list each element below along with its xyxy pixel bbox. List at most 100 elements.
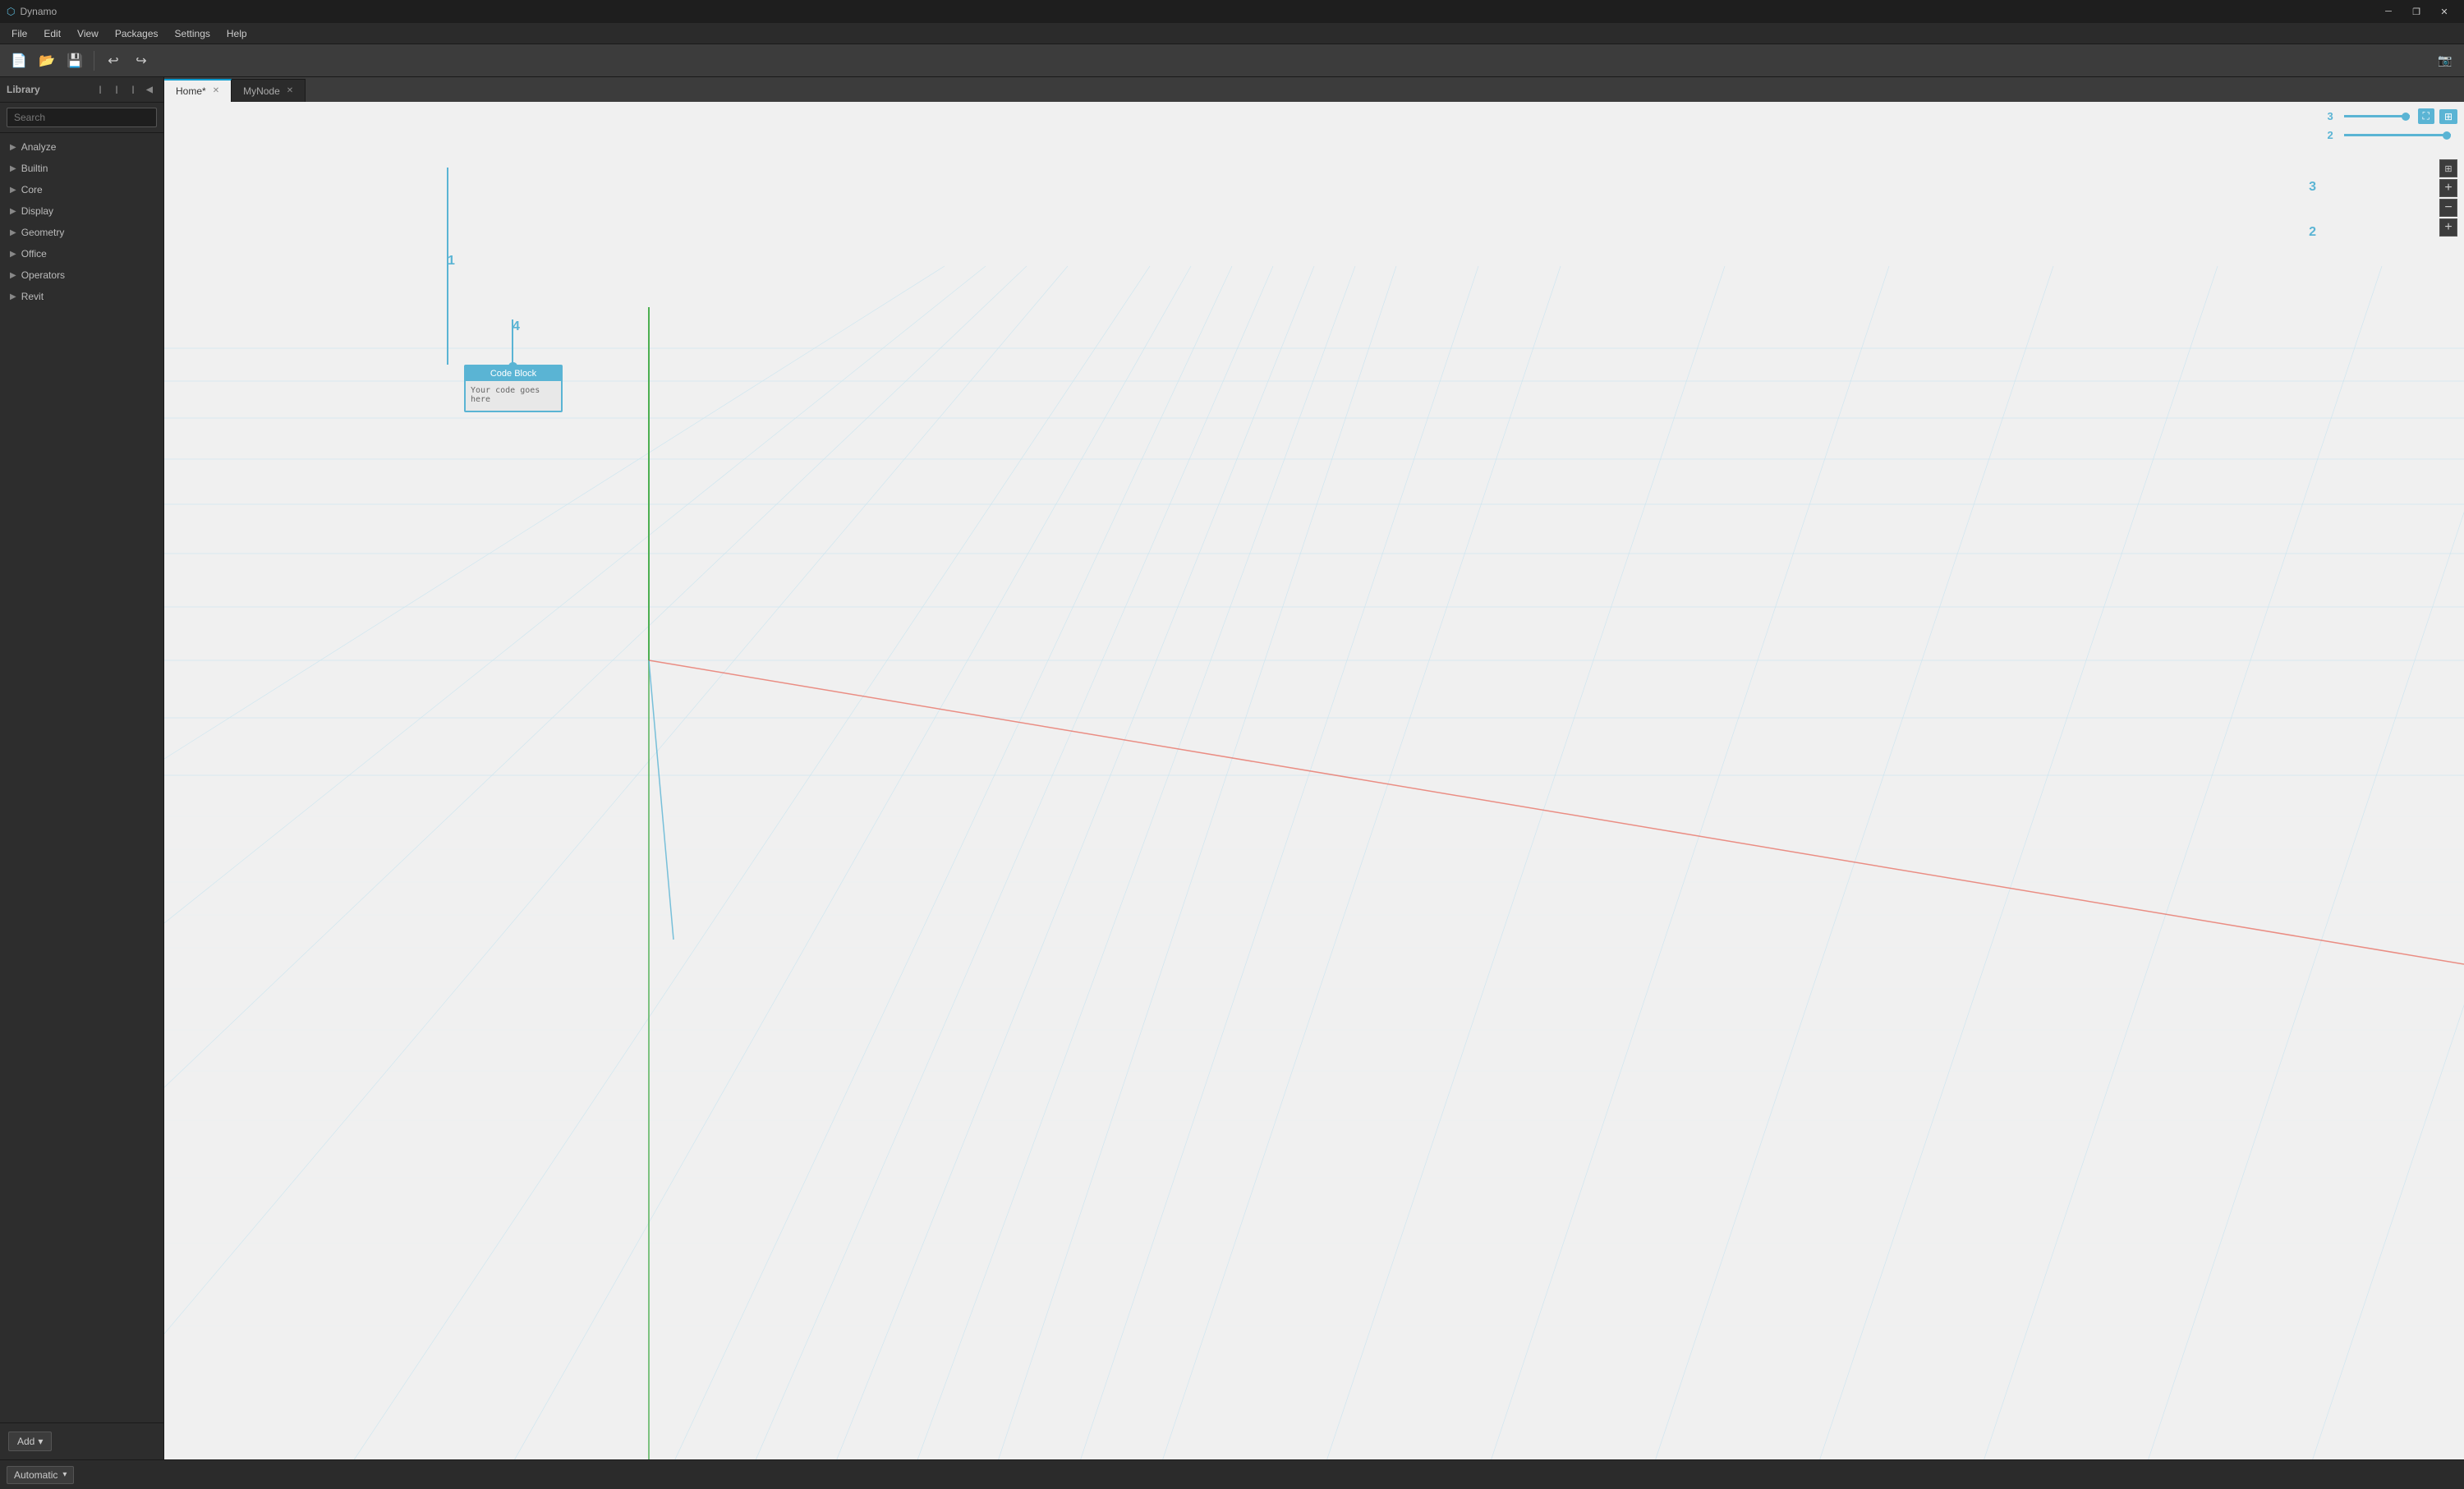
add-button-wrap: Add ▾ (0, 1422, 163, 1459)
tab-mynode-label: MyNode (243, 85, 280, 97)
view-btn-2[interactable]: ⊞ (2439, 109, 2457, 124)
sidebar-item-analyze[interactable]: ▶ Analyze (0, 136, 163, 158)
menu-file[interactable]: File (3, 25, 35, 43)
sidebar-item-label-core: Core (21, 184, 43, 195)
arrow-icon-analyze: ▶ (10, 143, 16, 152)
arrow-icon-office: ▶ (10, 250, 16, 259)
menu-edit[interactable]: Edit (35, 25, 69, 43)
view-btn-1[interactable]: ⛶ (2418, 108, 2434, 124)
arrow-icon-geometry: ▶ (10, 228, 16, 237)
arrow-icon-display: ▶ (10, 207, 16, 216)
sidebar-icon-2[interactable]: | (109, 82, 124, 97)
minimize-button[interactable]: ─ (2375, 0, 2402, 23)
close-button[interactable]: ✕ (2431, 0, 2457, 23)
sidebar-item-operators[interactable]: ▶ Operators (0, 264, 163, 286)
tab-mynode-close[interactable]: ✕ (287, 87, 293, 95)
sidebar-item-core[interactable]: ▶ Core (0, 179, 163, 200)
window-controls: ─ ❐ ✕ (2375, 0, 2457, 23)
menu-view[interactable]: View (69, 25, 107, 43)
tab-home[interactable]: Home* ✕ (164, 79, 232, 102)
canvas-area: Home* ✕ MyNode ✕ (164, 77, 2464, 1459)
search-box (0, 103, 163, 133)
slider-3-thumb (2402, 113, 2410, 121)
node-input-port (509, 362, 517, 370)
nav-controls: ⊞ + − + (2439, 159, 2457, 237)
sidebar-item-label-revit: Revit (21, 291, 44, 302)
canvas[interactable]: 1 4 2 3 Code Block Your code goes here 3 (164, 102, 2464, 1459)
save-file-button[interactable]: 💾 (62, 48, 87, 73)
home-view-button[interactable]: + (2439, 218, 2457, 237)
tab-mynode[interactable]: MyNode ✕ (232, 79, 306, 102)
tab-home-label: Home* (176, 85, 206, 97)
fit-view-button[interactable]: ⊞ (2439, 159, 2457, 177)
code-node[interactable]: Code Block Your code goes here (464, 365, 563, 412)
menu-packages[interactable]: Packages (107, 25, 167, 43)
sidebar-item-label-display: Display (21, 205, 53, 217)
search-input[interactable] (7, 108, 157, 127)
dropdown-arrow-icon: ▾ (62, 1470, 67, 1479)
toolbar: 📄 📂 💾 ↩ ↪ 📷 (0, 44, 2464, 77)
sidebar-item-label-office: Office (21, 248, 47, 260)
slider-2-thumb (2443, 131, 2451, 140)
main-layout: Library | | | ◀ ▶ Analyze ▶ Builtin ▶ Co… (0, 77, 2464, 1459)
add-button-arrow: ▾ (38, 1436, 43, 1447)
app-title: ⬡ Dynamo (7, 6, 57, 17)
new-file-button[interactable]: 📄 (7, 48, 31, 73)
arrow-icon-revit: ▶ (10, 292, 16, 301)
titlebar: ⬡ Dynamo ─ ❐ ✕ (0, 0, 2464, 23)
slider-2-track[interactable] (2344, 134, 2451, 136)
restore-button[interactable]: ❐ (2403, 0, 2430, 23)
slider-row-3: 3 ⛶ ⊞ (2328, 108, 2457, 124)
sidebar-item-label-geometry: Geometry (21, 227, 65, 238)
sidebar-item-display[interactable]: ▶ Display (0, 200, 163, 222)
sidebar-title: Library (7, 84, 40, 95)
sidebar-header-icons: | | | ◀ (93, 82, 157, 97)
sidebar-item-label-builtin: Builtin (21, 163, 48, 174)
right-controls: 3 ⛶ ⊞ 2 (2328, 108, 2457, 141)
canvas-label-3: 3 (2309, 180, 2316, 195)
slider-3-label: 3 (2328, 110, 2339, 122)
slider-2-label: 2 (2328, 129, 2339, 141)
undo-button[interactable]: ↩ (101, 48, 126, 73)
sidebar-item-label-operators: Operators (21, 269, 65, 281)
open-file-button[interactable]: 📂 (34, 48, 59, 73)
menubar: File Edit View Packages Settings Help (0, 23, 2464, 44)
app-icon: ⬡ (7, 6, 15, 17)
tabs: Home* ✕ MyNode ✕ (164, 77, 2464, 102)
run-mode-dropdown[interactable]: Automatic ▾ (7, 1466, 74, 1484)
grid-svg (164, 102, 2464, 1459)
menu-help[interactable]: Help (218, 25, 255, 43)
slider-3-track[interactable] (2344, 115, 2410, 117)
arrow-icon-builtin: ▶ (10, 164, 16, 173)
sidebar-item-builtin[interactable]: ▶ Builtin (0, 158, 163, 179)
camera-button[interactable]: 📷 (2433, 48, 2457, 73)
library-items: ▶ Analyze ▶ Builtin ▶ Core ▶ Display ▶ G… (0, 133, 163, 1422)
sidebar-icon-3[interactable]: | (126, 82, 140, 97)
zoom-in-button[interactable]: + (2439, 179, 2457, 197)
add-button-label: Add (17, 1436, 34, 1447)
slider-row-2: 2 (2328, 129, 2457, 141)
arrow-icon-core: ▶ (10, 186, 16, 195)
sidebar-header: Library | | | ◀ (0, 77, 163, 103)
arrow-icon-operators: ▶ (10, 271, 16, 280)
run-mode-label: Automatic (14, 1469, 57, 1481)
sidebar-item-revit[interactable]: ▶ Revit (0, 286, 163, 307)
statusbar: Automatic ▾ (0, 1459, 2464, 1489)
zoom-out-button[interactable]: − (2439, 199, 2457, 217)
sidebar-item-label-analyze: Analyze (21, 141, 57, 153)
redo-button[interactable]: ↪ (129, 48, 154, 73)
node-body[interactable]: Your code goes here (466, 381, 561, 411)
sidebar-icon-4[interactable]: ◀ (142, 82, 157, 97)
canvas-label-1: 1 (448, 254, 455, 269)
tab-home-close[interactable]: ✕ (213, 87, 219, 95)
canvas-label-4: 4 (513, 319, 520, 334)
add-button[interactable]: Add ▾ (8, 1432, 52, 1451)
app-name: Dynamo (20, 6, 57, 17)
sidebar-item-office[interactable]: ▶ Office (0, 243, 163, 264)
sidebar: Library | | | ◀ ▶ Analyze ▶ Builtin ▶ Co… (0, 77, 164, 1459)
menu-settings[interactable]: Settings (167, 25, 218, 43)
canvas-label-2: 2 (2309, 225, 2316, 240)
sidebar-icon-1[interactable]: | (93, 82, 108, 97)
node-body-text: Your code goes here (471, 386, 540, 404)
sidebar-item-geometry[interactable]: ▶ Geometry (0, 222, 163, 243)
